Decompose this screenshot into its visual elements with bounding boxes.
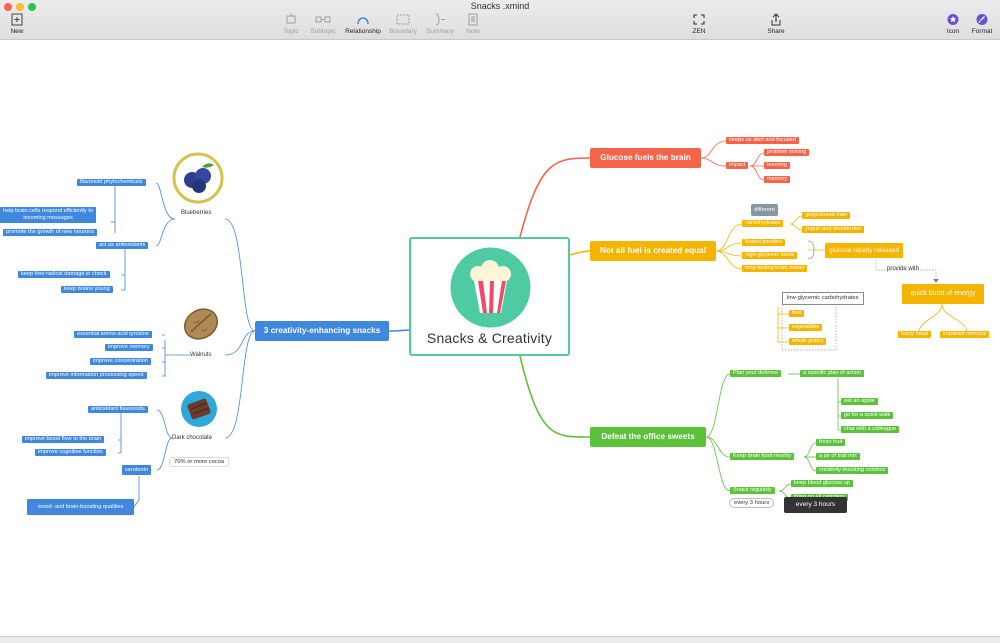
node-blood-glucose[interactable]: keep blood glucose up: [791, 480, 853, 488]
node-quick-walk[interactable]: go for a quick walk: [841, 412, 894, 420]
node-promote-neurons[interactable]: promote the growth of new neurons: [3, 229, 97, 237]
node-baked-goodies[interactable]: Baked goodies: [742, 239, 786, 247]
node-trail-mix[interactable]: a jar of trail mix: [816, 453, 860, 461]
node-help-brain-cells[interactable]: help brain cells respond efficiently to …: [0, 207, 97, 223]
node-cognitive-function[interactable]: improve cognitive function: [35, 449, 106, 457]
node-problem-solving[interactable]: problem solving: [764, 149, 810, 157]
line-glucose: [519, 157, 591, 238]
central-topic-title: Snacks & Creativity: [426, 330, 553, 346]
node-brains-young[interactable]: keep brains young: [61, 286, 113, 294]
node-long-lasting[interactable]: long-lasting brain power: [742, 265, 808, 273]
node-improve-memory[interactable]: improve memory: [105, 344, 153, 352]
node-yogurt[interactable]: yogurt and blueberries: [802, 226, 864, 234]
line-fuel: [569, 250, 591, 256]
topic-snacks[interactable]: 3 creativity-enhancing snacks: [255, 321, 389, 341]
label-blueberries[interactable]: Blueberries: [181, 210, 211, 216]
label-dark-chocolate[interactable]: Dark chocolate: [172, 435, 212, 441]
topic-glucose[interactable]: Glucose fuels the brain: [590, 148, 701, 168]
blueberries-icon: [172, 152, 224, 204]
node-snack-regularly[interactable]: Snack regularly: [730, 487, 775, 495]
node-act-antioxidants[interactable]: act as antioxidants: [96, 242, 149, 250]
node-impaired-memory[interactable]: impaired memory: [940, 331, 990, 339]
node-keep-brain-food[interactable]: Keep brain food nearby: [730, 453, 795, 461]
line-defeat: [519, 355, 591, 438]
topic-defeat[interactable]: Defeat the office sweets: [590, 427, 706, 447]
node-fresh-fruit[interactable]: fresh fruit: [816, 439, 846, 447]
node-high-glycemic[interactable]: high-glycemic foods: [742, 252, 798, 260]
node-carbohydrates[interactable]: carbohydrates: [742, 220, 784, 228]
node-whole-grains[interactable]: whole grains: [789, 338, 827, 346]
node-eat-apple[interactable]: eat an apple: [841, 398, 878, 406]
label-cocoa[interactable]: 70% or more cocoa: [169, 457, 230, 467]
node-blood-flow[interactable]: improve blood flow to the brain: [22, 436, 105, 444]
help-cells-line-1: help brain cells respond efficiently to: [3, 208, 94, 214]
chocolate-icon: [181, 391, 217, 427]
central-topic[interactable]: Snacks & Creativity: [409, 237, 570, 356]
node-improve-concentration[interactable]: improve concentration: [90, 358, 152, 366]
node-alert[interactable]: keeps us alert and focused: [726, 137, 799, 145]
label-provide-with: provide with: [887, 266, 920, 272]
node-plan-defense[interactable]: Plan your defense: [730, 370, 782, 378]
node-learning[interactable]: learning: [764, 162, 790, 170]
node-fruit[interactable]: fruit: [789, 310, 805, 318]
label-walnuts[interactable]: Walnuts: [190, 352, 211, 358]
node-vegetables[interactable]: vegetables: [789, 324, 823, 332]
node-low-glycemic[interactable]: low-glycemic carbohydrates: [782, 292, 864, 305]
label-every-3-hours[interactable]: every 3 hours: [729, 498, 775, 508]
help-cells-line-2: incoming messages: [23, 215, 73, 221]
label-different[interactable]: different: [751, 204, 778, 216]
node-mood-boosting[interactable]: mood- and brain-boosting qualities: [27, 499, 134, 515]
node-improve-speed[interactable]: improve information processing speed: [46, 372, 147, 380]
node-gingerbread[interactable]: gingerbread men: [802, 212, 851, 220]
node-serotonin[interactable]: serotonin: [122, 465, 152, 475]
node-impact[interactable]: impact: [726, 162, 749, 170]
walnut-icon: [183, 308, 219, 340]
node-chat-colleague[interactable]: chat with a colleague: [841, 426, 900, 434]
node-creativity-combos[interactable]: creativity-boosting combos: [816, 467, 889, 475]
node-memory[interactable]: memory: [764, 176, 791, 184]
node-free-radical[interactable]: keep free-radical damage in check: [18, 271, 110, 279]
node-specific-plan[interactable]: a specific plan of action: [800, 370, 865, 378]
node-antioxidant-flavonoids[interactable]: antioxidant flavonoids: [88, 406, 148, 414]
popcorn-icon: [450, 247, 531, 328]
line-snacks: [388, 329, 410, 332]
node-glucose-rapid[interactable]: glucose rapidly released: [825, 243, 904, 258]
node-flavonoid[interactable]: flavonoid phytochemicals: [77, 179, 146, 187]
topic-fuel[interactable]: Not all fuel is created equal: [590, 241, 716, 261]
node-amino-acid[interactable]: essential amino acid tyrosine: [74, 331, 152, 339]
tooltip-every-3-hours: every 3 hours: [784, 497, 847, 513]
node-fuzzy-head[interactable]: fuzzy head: [898, 331, 932, 339]
node-quick-burst[interactable]: quick burst of energy: [902, 284, 984, 304]
